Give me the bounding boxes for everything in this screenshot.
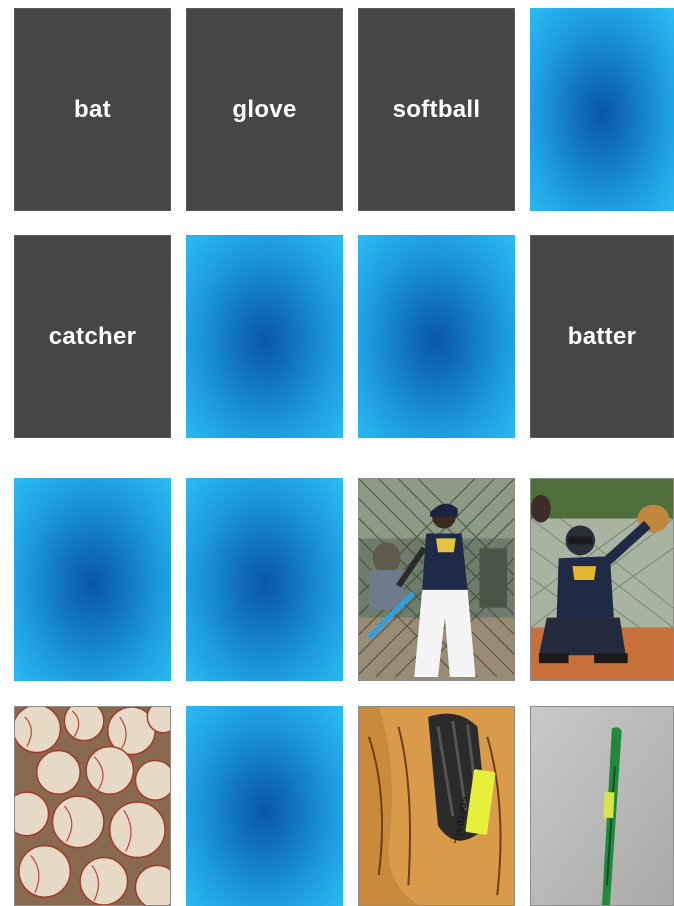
bat-photo-image bbox=[531, 707, 673, 905]
card-label: batter bbox=[567, 322, 637, 350]
card-label: softball bbox=[392, 95, 481, 123]
card-face-down[interactable] bbox=[530, 8, 674, 211]
card-bat-word[interactable]: bat bbox=[14, 8, 171, 211]
card-label: glove bbox=[232, 95, 297, 123]
card-face-down[interactable] bbox=[186, 235, 343, 438]
card-batter-word[interactable]: batter bbox=[530, 235, 674, 438]
card-face-down[interactable] bbox=[14, 478, 171, 681]
card-face-down[interactable] bbox=[186, 706, 343, 906]
card-glove-word[interactable]: glove bbox=[186, 8, 343, 211]
catcher-photo-image bbox=[531, 479, 673, 680]
card-batter-photo[interactable] bbox=[358, 478, 515, 681]
card-face-down[interactable] bbox=[358, 235, 515, 438]
card-bat-photo[interactable] bbox=[530, 706, 674, 906]
card-glove-photo[interactable]: SOFTBALL bbox=[358, 706, 515, 906]
card-catcher-photo[interactable] bbox=[530, 478, 674, 681]
card-softball-word[interactable]: softball bbox=[358, 8, 515, 211]
card-softballs-photo[interactable] bbox=[14, 706, 171, 906]
card-label: catcher bbox=[48, 322, 137, 350]
card-face-down[interactable] bbox=[186, 478, 343, 681]
card-catcher-word[interactable]: catcher bbox=[14, 235, 171, 438]
batter-photo-image bbox=[359, 479, 514, 680]
glove-photo-image bbox=[359, 707, 514, 905]
card-label: bat bbox=[74, 95, 111, 123]
softballs-photo-image bbox=[15, 707, 170, 905]
